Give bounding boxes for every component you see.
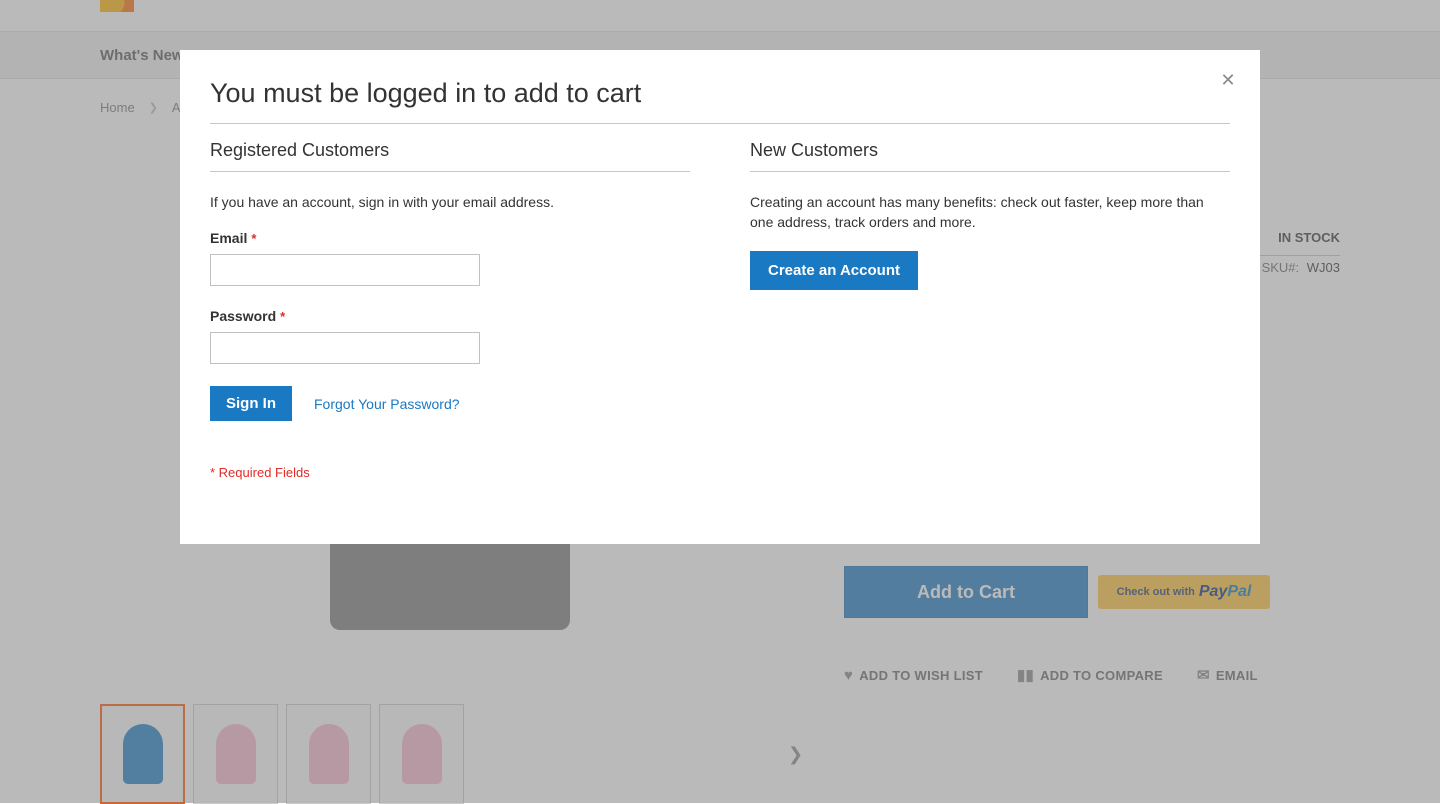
email-label: Email* (210, 230, 256, 246)
password-field[interactable] (210, 332, 480, 364)
required-fields-note: * Required Fields (210, 465, 690, 480)
modal-overlay: ✕ You must be logged in to add to cart R… (0, 0, 1440, 803)
sign-in-button[interactable]: Sign In (210, 386, 292, 421)
login-modal: ✕ You must be logged in to add to cart R… (180, 50, 1260, 544)
new-customers-intro: Creating an account has many benefits: c… (750, 192, 1230, 233)
forgot-password-link[interactable]: Forgot Your Password? (314, 396, 460, 412)
password-label: Password* (210, 308, 285, 324)
new-customers-heading: New Customers (750, 140, 1230, 172)
new-customers-section: New Customers Creating an account has ma… (750, 140, 1230, 480)
create-account-button[interactable]: Create an Account (750, 251, 918, 290)
close-icon[interactable]: ✕ (1218, 70, 1238, 90)
registered-heading: Registered Customers (210, 140, 690, 172)
modal-title: You must be logged in to add to cart (210, 78, 1230, 124)
registered-customers-section: Registered Customers If you have an acco… (210, 140, 690, 480)
email-field[interactable] (210, 254, 480, 286)
registered-intro: If you have an account, sign in with you… (210, 192, 690, 212)
